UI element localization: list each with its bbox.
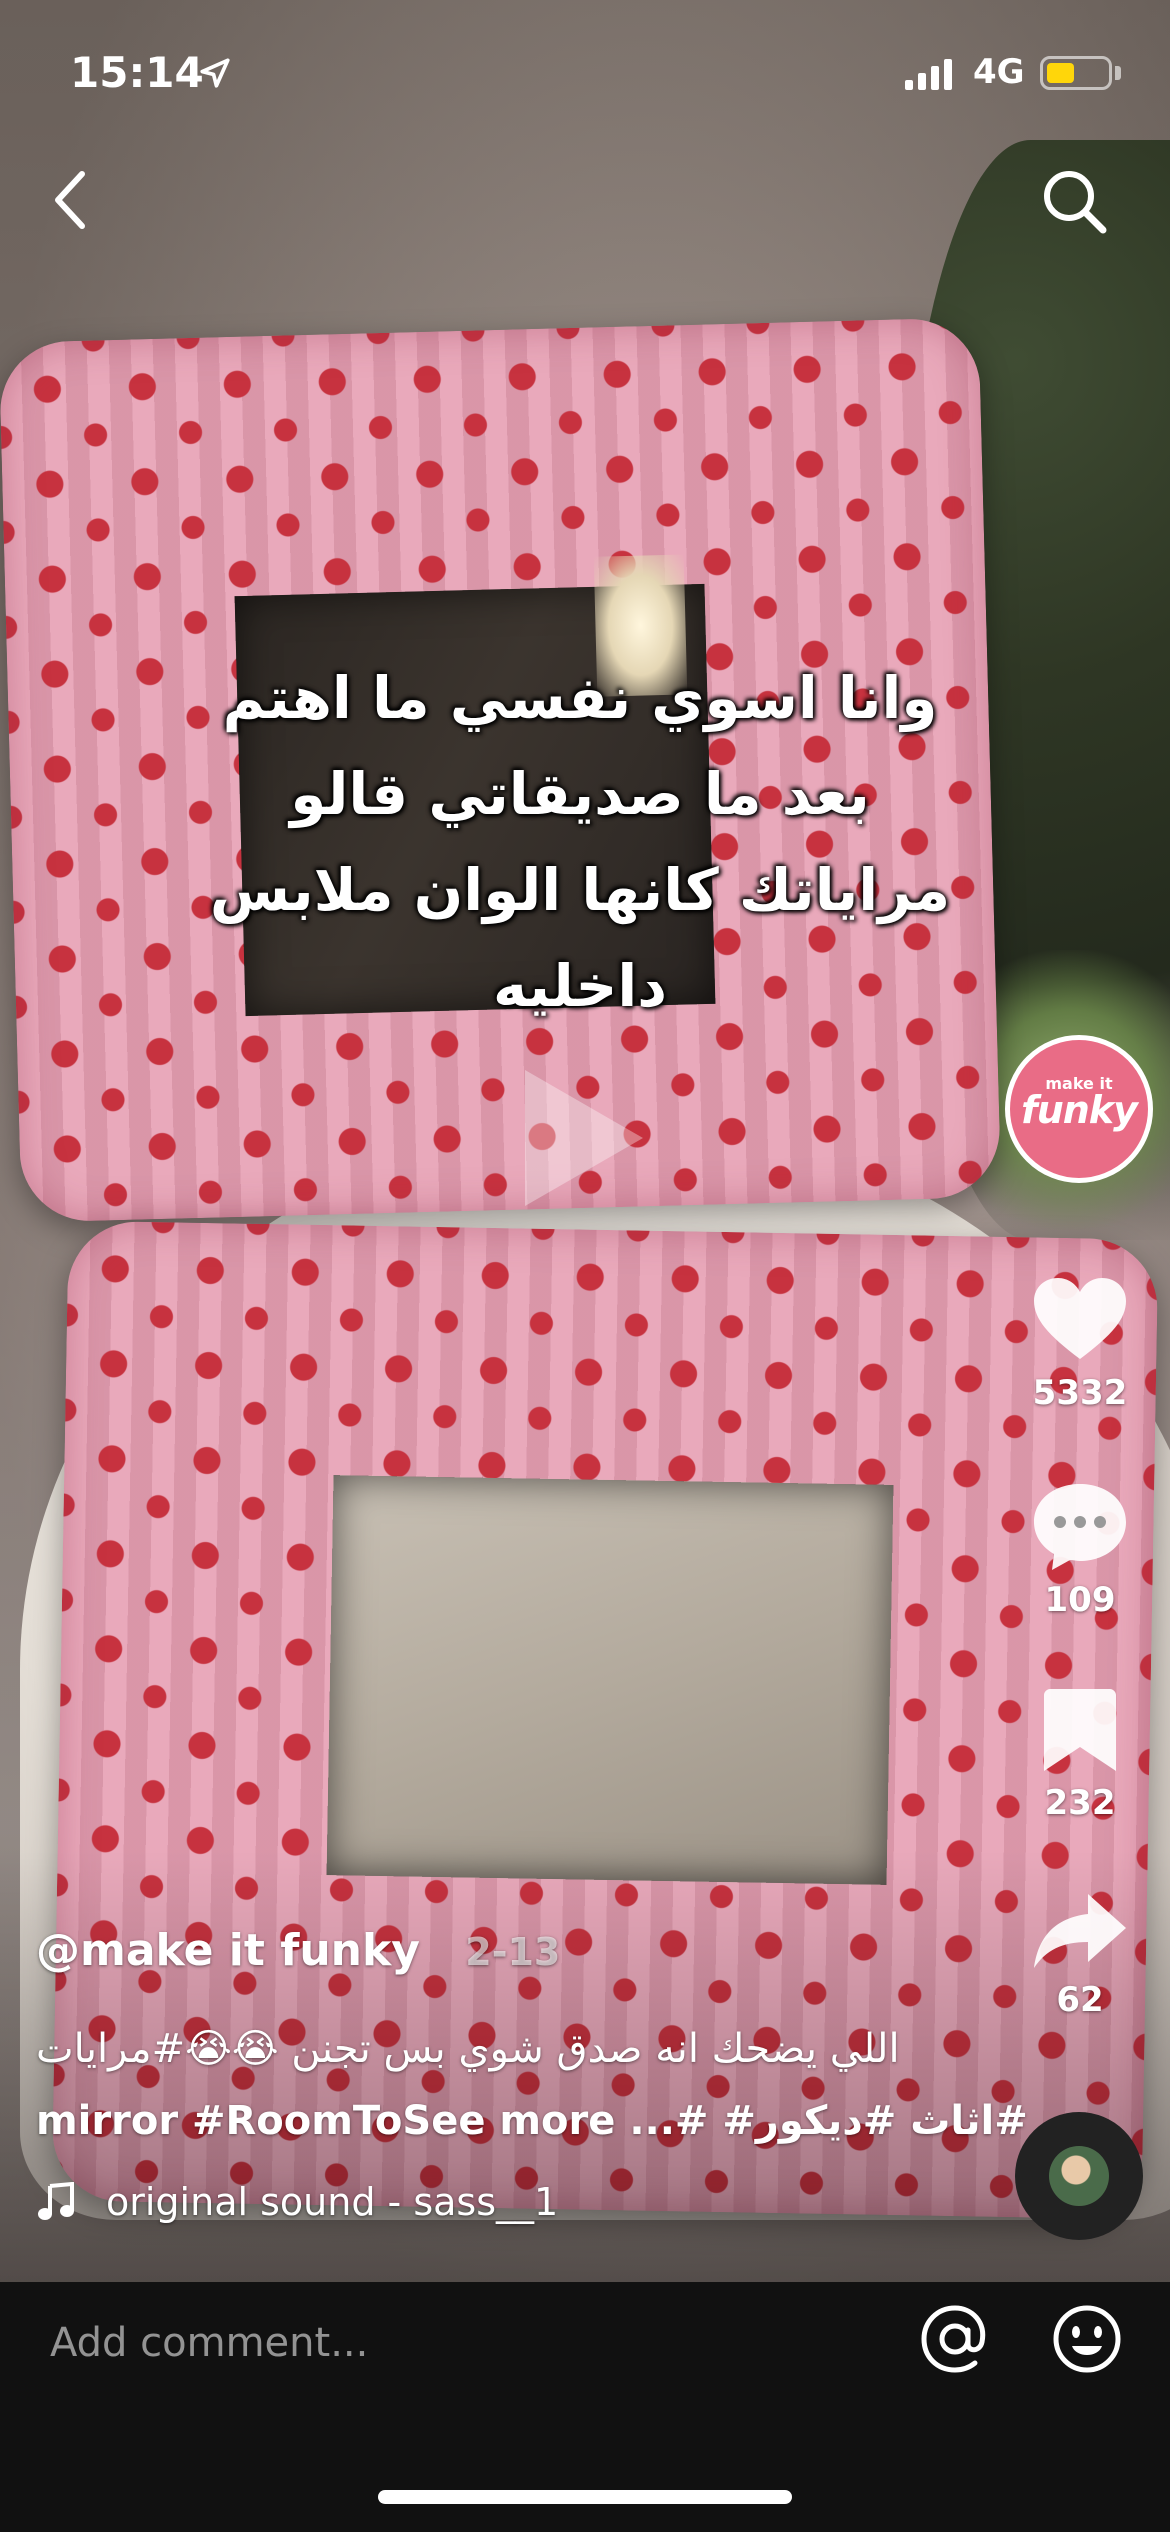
- comment-count: 109: [1044, 1580, 1116, 1620]
- comment-bubble-icon: [1034, 1484, 1126, 1570]
- overlay-line: داخليه: [493, 952, 667, 1020]
- sound-row[interactable]: original sound - sass__1: [36, 2180, 558, 2224]
- overlay-line: مراياتك كانها الوان ملابس: [209, 856, 951, 924]
- location-arrow-icon: [200, 58, 230, 88]
- share-arrow-icon: [1034, 1894, 1126, 1968]
- bookmark-icon: [1044, 1689, 1116, 1771]
- home-indicator: [378, 2490, 792, 2504]
- emoji-smiley-icon[interactable]: [1050, 2302, 1124, 2376]
- avatar-logo-text: funky: [1021, 1088, 1138, 1132]
- heart-icon: [1034, 1278, 1126, 1359]
- back-chevron-icon[interactable]: [40, 160, 100, 240]
- favorite-button[interactable]: 232: [1020, 1685, 1140, 1823]
- battery-cap: [1115, 66, 1121, 80]
- save-count: 232: [1044, 1783, 1116, 1823]
- like-count: 5332: [1032, 1373, 1128, 1413]
- caption-text: اللي يضحك انه صدق شوي بس تجنن 😭😭#مرايات: [36, 2026, 900, 2072]
- status-time: 15:14: [70, 48, 204, 97]
- comment-button[interactable]: 109: [1020, 1480, 1140, 1620]
- share-count: 62: [1056, 1980, 1104, 2020]
- overlay-line: بعد ما صديقاتي قالو: [290, 760, 870, 828]
- battery-icon: [1040, 56, 1112, 90]
- network-type: 4G: [973, 52, 1025, 92]
- status-bar: 15:14 4G: [0, 0, 1170, 150]
- like-button[interactable]: 5332: [1020, 1275, 1140, 1413]
- comment-bar: Add comment...: [0, 2282, 1170, 2532]
- creator-avatar[interactable]: make it funky: [1005, 1035, 1153, 1183]
- mention-at-icon[interactable]: [918, 2302, 992, 2376]
- cellular-signal-icon: [905, 59, 952, 90]
- share-button[interactable]: 62: [1020, 1890, 1140, 2020]
- caption-header: @make it funky 2-13: [36, 1925, 560, 1976]
- creator-username[interactable]: @make it funky: [36, 1925, 420, 1976]
- search-icon[interactable]: [1035, 160, 1115, 240]
- sound-name: original sound - sass__1: [106, 2180, 559, 2224]
- music-note-icon: [38, 2182, 74, 2220]
- mirror-glass-bottom: [326, 1475, 894, 1885]
- video-text-overlay: وانا اسوي نفسي ما اهتم بعد ما صديقاتي قا…: [175, 650, 985, 1034]
- sound-disc-avatar: [1049, 2146, 1109, 2206]
- caption-hashtags[interactable]: mirror #RoomToSee more ...# #اثاث #ديكور…: [36, 2098, 1028, 2144]
- overlay-line: وانا اسوي نفسي ما اهتم: [222, 664, 938, 732]
- post-date: 2-13: [465, 1930, 561, 1974]
- sound-disc[interactable]: [1015, 2112, 1143, 2240]
- battery-level: [1047, 63, 1074, 83]
- play-icon[interactable]: [525, 1070, 643, 1206]
- comment-input[interactable]: Add comment...: [50, 2320, 368, 2366]
